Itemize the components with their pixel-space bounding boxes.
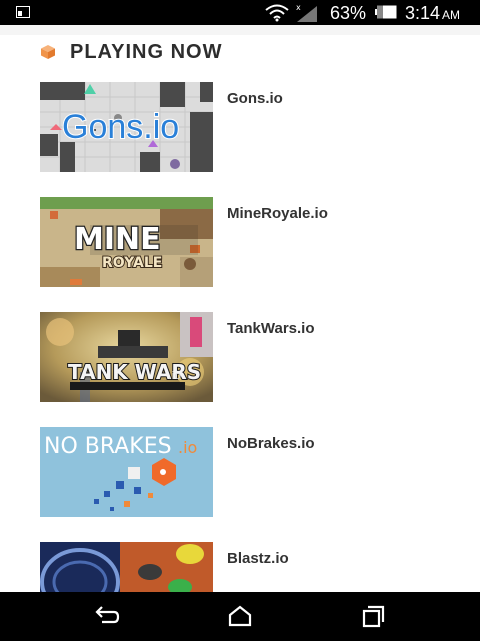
home-icon[interactable] [226, 604, 254, 628]
top-spacer [0, 25, 480, 35]
cube-icon [41, 45, 55, 59]
game-title[interactable]: Gons.io [227, 90, 283, 107]
game-title[interactable]: MineRoyale.io [227, 205, 328, 222]
section-title: PLAYING NOW [70, 41, 223, 63]
battery-percent: 63% [330, 3, 367, 23]
game-item-gons[interactable]: Gons.io Gons.io [0, 82, 480, 178]
section-header: PLAYING NOW [0, 35, 480, 75]
back-icon[interactable] [92, 604, 120, 628]
game-item-tankwars[interactable]: TANK WARS .io TankWars.io [0, 312, 480, 408]
thumbnail-subtitle: .io [178, 438, 197, 457]
battery-icon [375, 5, 397, 19]
game-thumbnail[interactable]: MINE ROYALE [40, 197, 213, 287]
game-item-mineroyale[interactable]: MINE ROYALE MineRoyale.io [0, 197, 480, 293]
navigation-bar [0, 592, 480, 641]
game-thumbnail[interactable]: NO BRAKES .io [40, 427, 213, 517]
game-thumbnail[interactable]: TANK WARS .io [40, 312, 213, 402]
clock: 3:14 AM [405, 3, 460, 25]
clock-ampm: AM [442, 8, 461, 22]
game-thumbnail[interactable]: Gons.io [40, 82, 213, 172]
game-title[interactable]: NoBrakes.io [227, 435, 315, 452]
svg-text:x: x [296, 3, 301, 12]
thumbnail-title: Gons.io [62, 108, 179, 146]
status-bar: x 63% 3:14 AM [0, 0, 480, 25]
recents-icon[interactable] [360, 604, 388, 628]
clock-time: 3:14 [405, 3, 441, 23]
game-title[interactable]: Blastz.io [227, 550, 289, 567]
thumbnail-subtitle: .io [168, 369, 182, 382]
thumbnail-title: NO BRAKES [44, 434, 172, 459]
wifi-icon [265, 4, 289, 22]
thumbnail-title: MINE [74, 222, 161, 257]
game-title[interactable]: TankWars.io [227, 320, 315, 337]
thumbnail-subtitle: ROYALE [102, 255, 162, 271]
notification-icon [16, 6, 30, 18]
game-item-nobrakes[interactable]: NO BRAKES .io NoBrakes.io [0, 427, 480, 523]
signal-icon: x [296, 3, 317, 22]
